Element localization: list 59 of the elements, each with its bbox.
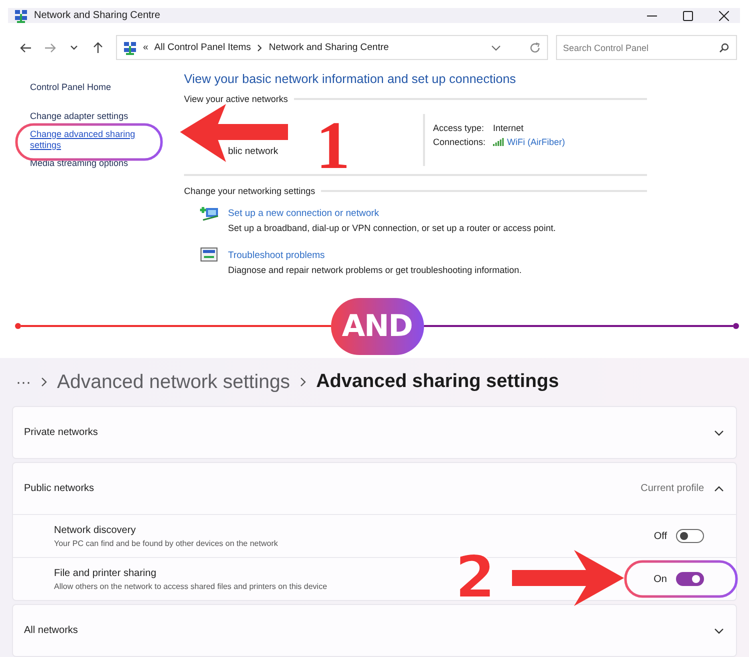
profile-label: Current profile: [640, 483, 704, 494]
address-item[interactable]: All Control Panel Items: [154, 42, 251, 53]
setting-title: File and printer sharing: [54, 568, 158, 578]
signal-icon: [493, 138, 504, 146]
network-name: blic network: [228, 146, 278, 157]
address-bar[interactable]: « All Control Panel Items Network and Sharing Centre: [116, 35, 548, 60]
setting-title: Network discovery: [54, 524, 137, 536]
refresh-icon: [529, 42, 541, 54]
dropdown-icon: [491, 44, 501, 50]
breadcrumb-item: Advanced sharing settings: [316, 371, 559, 393]
field-value: Internet: [493, 123, 525, 133]
page-heading: View your basic network information and set up connections: [184, 72, 517, 86]
back-arrow-icon: [20, 42, 32, 54]
search-icon: [719, 43, 729, 53]
task-link[interactable]: Troubleshoot problems: [228, 250, 522, 261]
toggle-switch[interactable]: [676, 529, 704, 543]
connection-link[interactable]: WiFi (AirFiber): [507, 137, 565, 147]
sidebar-link[interactable]: Control Panel Home: [30, 82, 184, 93]
toggle-switch[interactable]: [676, 572, 704, 586]
field-label: Connections:: [433, 137, 487, 147]
window-title: Network and Sharing Centre: [34, 10, 160, 21]
close-icon: [719, 10, 729, 20]
toggle-label: Off: [654, 530, 667, 542]
network-setup-icon: [200, 204, 220, 222]
section-title: Public networks: [24, 483, 94, 494]
section-header[interactable]: Private networks: [13, 407, 736, 458]
section-heading: View your active networks: [184, 94, 288, 104]
divider-badge: AND: [330, 298, 424, 354]
section-heading: Change your networking settings: [184, 186, 316, 196]
section-header[interactable]: All networks: [13, 605, 736, 656]
network-icon: [14, 8, 28, 22]
step-number: 1: [316, 111, 350, 179]
section-title: All networks: [24, 625, 78, 636]
setting-description: Your PC can find and be found by other devices on the network: [54, 538, 279, 548]
address-prefix: «: [143, 42, 148, 53]
minimize-icon: [647, 14, 657, 16]
chevron-icon: [41, 377, 47, 387]
task-link[interactable]: Set up a new connection or network: [228, 208, 556, 219]
chevron-icon: [300, 377, 306, 387]
search-field[interactable]: Search Control Panel: [556, 35, 737, 60]
task-description: Set up a broadband, dial-up or VPN connection, or set up a router or access point.: [228, 223, 556, 233]
network-icon: [123, 40, 137, 54]
sidebar-link[interactable]: Change adapter settings: [30, 111, 184, 122]
breadcrumb-item[interactable]: Advanced network settings: [57, 370, 290, 394]
troubleshoot-icon: [200, 246, 220, 264]
close-button[interactable]: [716, 8, 732, 22]
forward-arrow-icon: [44, 42, 56, 54]
section-header[interactable]: Public networks Current profile: [13, 463, 736, 514]
setting-description: Allow others on the network to access shared files and printers on this device: [54, 582, 328, 590]
address-item[interactable]: Network and Sharing Centre: [268, 42, 389, 53]
toggle-label: On: [654, 574, 667, 584]
task-description: Diagnose and repair network problems or get troubleshooting information.: [228, 265, 522, 275]
up-arrow-icon: [92, 42, 104, 54]
maximize-button[interactable]: [680, 8, 696, 22]
field-label: Access type:: [433, 123, 486, 133]
more-button[interactable]: ···: [16, 374, 31, 390]
maximize-icon: [683, 10, 693, 20]
chevron-icon: [256, 44, 263, 52]
section-title: Private networks: [24, 427, 98, 438]
